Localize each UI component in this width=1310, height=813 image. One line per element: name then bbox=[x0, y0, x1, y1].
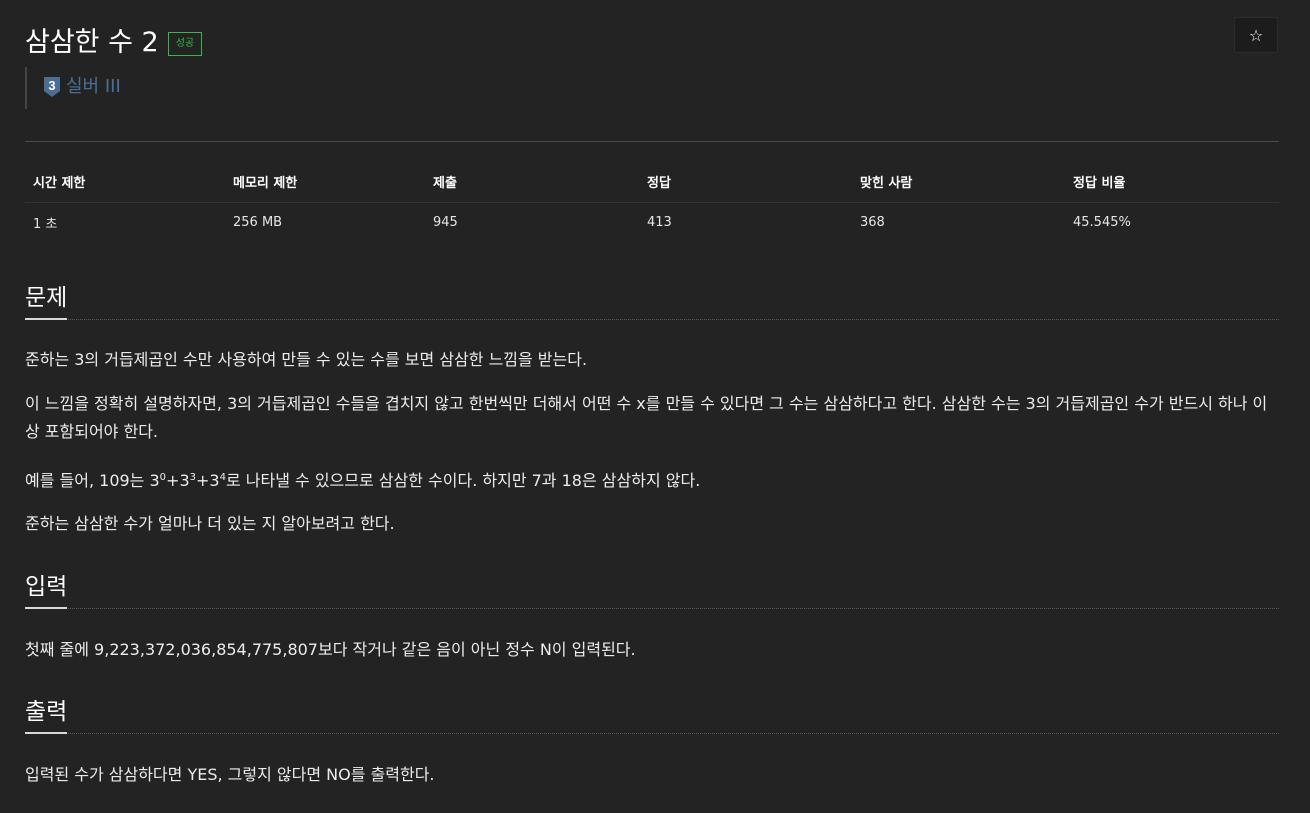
tier-number: 3 bbox=[48, 78, 55, 93]
value-submissions: 945 bbox=[433, 215, 458, 230]
tier-shield-icon: 3 bbox=[43, 76, 61, 98]
info-value-row: 1 초 256 MB 945 413 368 45.545% bbox=[25, 203, 1279, 243]
description-paragraph-2: 이 느낌을 정확히 설명하자면, 3의 거듭제곱인 수들을 겹치지 않고 한번씩… bbox=[25, 394, 1268, 441]
tier-block: 3 실버 III bbox=[25, 67, 121, 109]
description-paragraph-3: 예를 들어, 109는 30+33+34로 나타낼 수 있으므로 삼삼한 수이다… bbox=[25, 471, 701, 490]
input-paragraph: 첫째 줄에 9,223,372,036,854,775,807보다 작거나 같은… bbox=[25, 640, 636, 659]
header-accepted: 정답 bbox=[639, 162, 852, 203]
header-submissions: 제출 bbox=[425, 162, 639, 203]
description-paragraph-1: 준하는 3의 거듭제곱인 수만 사용하여 만들 수 있는 수를 보면 삼삼한 느… bbox=[25, 350, 588, 369]
header-accept-ratio: 정답 비율 bbox=[1065, 162, 1279, 203]
star-button[interactable]: ☆ bbox=[1234, 17, 1278, 53]
value-memory-limit: 256 MB bbox=[233, 215, 283, 230]
info-header-row: 시간 제한 메모리 제한 제출 정답 맞힌 사람 정답 비율 bbox=[25, 162, 1279, 203]
tier-label-link[interactable]: 실버 III bbox=[66, 76, 121, 98]
problem-title: 삼삼한 수 2 bbox=[25, 27, 159, 58]
divider bbox=[25, 141, 1279, 142]
description-heading-text: 문제 bbox=[25, 278, 68, 320]
value-solved-users: 368 bbox=[860, 215, 885, 230]
description-heading: 문제 bbox=[25, 278, 1279, 320]
output-heading-text: 출력 bbox=[25, 692, 68, 734]
value-accept-ratio: 45.545% bbox=[1073, 215, 1131, 230]
title-row: 삼삼한 수 2 성공 bbox=[25, 20, 203, 59]
star-icon: ☆ bbox=[1248, 25, 1264, 45]
value-time-limit: 1 초 bbox=[33, 217, 58, 232]
output-paragraph: 입력된 수가 삼삼하다면 YES, 그렇지 않다면 NO를 출력한다. bbox=[25, 765, 435, 784]
header-solved-users: 맞힌 사람 bbox=[852, 162, 1065, 203]
header-memory-limit: 메모리 제한 bbox=[225, 162, 425, 203]
status-badge: 성공 bbox=[167, 31, 203, 56]
header-time-limit: 시간 제한 bbox=[25, 162, 225, 203]
problem-info-table: 시간 제한 메모리 제한 제출 정답 맞힌 사람 정답 비율 1 초 256 M… bbox=[25, 162, 1279, 242]
output-heading: 출력 bbox=[25, 692, 1279, 734]
description-paragraph-4: 준하는 삼삼한 수가 얼마나 더 있는 지 알아보려고 한다. bbox=[25, 514, 395, 533]
input-heading-text: 입력 bbox=[25, 567, 68, 609]
input-heading: 입력 bbox=[25, 567, 1279, 609]
value-accepted: 413 bbox=[647, 215, 672, 230]
